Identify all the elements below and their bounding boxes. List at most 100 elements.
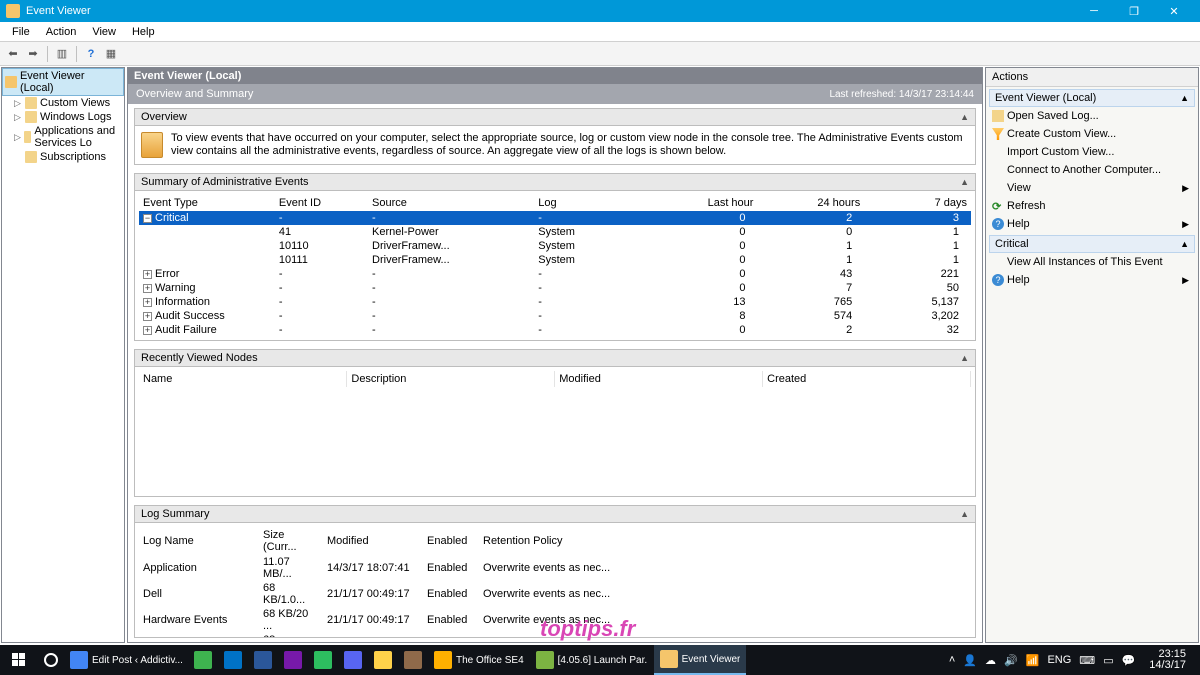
expand-icon[interactable]: ▷ <box>14 98 22 109</box>
tray-icon[interactable]: 👤 <box>963 654 977 667</box>
table-row[interactable]: 41Kernel-PowerSystem001 <box>139 225 971 239</box>
menu-help[interactable]: Help <box>124 24 163 40</box>
action-item[interactable]: Create Custom View... <box>989 125 1195 143</box>
summary-header[interactable]: Summary of Administrative Events ▲ <box>134 173 976 191</box>
table-row[interactable]: +Error---043221 <box>139 267 971 281</box>
logsum-table[interactable]: Log NameSize (Curr...ModifiedEnabledRete… <box>139 527 971 638</box>
tray-icon[interactable]: 📶 <box>1026 654 1040 667</box>
table-row[interactable]: 10111DriverFramew...System011 <box>139 253 971 267</box>
menu-file[interactable]: File <box>4 24 38 40</box>
column-header[interactable]: Event ID <box>275 195 368 211</box>
taskbar-item[interactable] <box>218 645 248 675</box>
column-header[interactable]: 24 hours <box>757 195 864 211</box>
collapse-icon[interactable]: ▲ <box>1180 239 1189 249</box>
collapse-icon[interactable]: ▲ <box>960 353 969 363</box>
table-row[interactable]: +Warning---0750 <box>139 281 971 295</box>
console-tree[interactable]: Event Viewer (Local) ▷Custom Views▷Windo… <box>1 67 125 643</box>
taskbar-item[interactable] <box>398 645 428 675</box>
back-button[interactable]: ⬅ <box>4 45 22 63</box>
table-row[interactable]: Hardware Events68 KB/20 ...21/1/17 00:49… <box>139 607 971 633</box>
expand-icon[interactable]: − <box>143 214 152 223</box>
action-item[interactable]: ⟳Refresh <box>989 197 1195 215</box>
actions-group-local[interactable]: Event Viewer (Local) ▲ <box>989 89 1195 107</box>
table-row[interactable]: Dell68 KB/1.0...21/1/17 00:49:17EnabledO… <box>139 581 971 607</box>
maximize-button[interactable]: ❐ <box>1114 0 1154 22</box>
show-hide-tree-button[interactable]: ▥ <box>53 45 71 63</box>
column-header[interactable]: Name <box>139 371 347 387</box>
action-item[interactable]: View▶ <box>989 179 1195 197</box>
expand-icon[interactable]: + <box>143 326 152 335</box>
taskbar-item[interactable] <box>338 645 368 675</box>
taskbar-item[interactable]: Event Viewer <box>654 645 747 675</box>
taskbar-item[interactable] <box>188 645 218 675</box>
collapse-icon[interactable]: ▲ <box>960 112 969 122</box>
start-button[interactable] <box>0 645 38 675</box>
collapse-icon[interactable]: ▲ <box>960 509 969 519</box>
action-item[interactable]: Connect to Another Computer... <box>989 161 1195 179</box>
expand-icon[interactable]: + <box>143 312 152 321</box>
column-header[interactable]: Last hour <box>651 195 758 211</box>
taskbar-item[interactable]: [4.05.6] Launch Par... <box>530 645 654 675</box>
tree-root[interactable]: Event Viewer (Local) <box>2 68 124 96</box>
table-row[interactable]: +Audit Failure---0232 <box>139 323 971 337</box>
tray-lang[interactable]: ENG <box>1047 654 1071 666</box>
taskbar-item[interactable]: Edit Post ‹ Addictiv... <box>64 645 188 675</box>
table-row[interactable]: Application11.07 MB/...14/3/17 18:07:41E… <box>139 555 971 581</box>
tray-chevron-icon[interactable]: ˄ <box>949 654 955 666</box>
table-row[interactable]: −Critical---023 <box>139 211 971 225</box>
column-header[interactable]: Log Name <box>139 527 259 555</box>
expand-icon[interactable]: + <box>143 270 152 279</box>
action-item[interactable]: Open Saved Log... <box>989 107 1195 125</box>
tray-notifications-icon[interactable]: 💬 <box>1122 654 1136 667</box>
action-item[interactable]: View All Instances of This Event <box>989 253 1195 271</box>
collapse-icon[interactable]: ▲ <box>1180 93 1189 103</box>
column-header[interactable]: Size (Curr... <box>259 527 323 555</box>
tray-battery-icon[interactable]: ▭ <box>1103 654 1113 667</box>
tray-icon[interactable]: 🔊 <box>1004 654 1018 667</box>
column-header[interactable]: Retention Policy <box>479 527 971 555</box>
logsum-header[interactable]: Log Summary ▲ <box>134 505 976 523</box>
system-tray[interactable]: ˄ 👤 ☁ 🔊 📶 ENG ⌨ ▭ 💬 23:15 14/3/17 <box>941 649 1200 671</box>
action-item[interactable]: ?Help▶ <box>989 271 1195 289</box>
actions-group-critical[interactable]: Critical ▲ <box>989 235 1195 253</box>
expand-icon[interactable]: ▷ <box>14 112 22 123</box>
tray-icon[interactable]: ☁ <box>985 654 996 667</box>
taskbar-item[interactable] <box>248 645 278 675</box>
column-header[interactable]: Modified <box>555 371 763 387</box>
properties-button[interactable]: ▦ <box>102 45 120 63</box>
column-header[interactable]: Source <box>368 195 534 211</box>
close-button[interactable]: ✕ <box>1154 0 1194 22</box>
taskbar-item[interactable] <box>308 645 338 675</box>
column-header[interactable]: 7 days <box>864 195 971 211</box>
overview-header[interactable]: Overview ▲ <box>134 108 976 126</box>
clock[interactable]: 23:15 14/3/17 <box>1143 649 1192 671</box>
expand-icon[interactable]: + <box>143 284 152 293</box>
expand-icon[interactable]: + <box>143 298 152 307</box>
table-row[interactable]: +Audit Success---85743,202 <box>139 309 971 323</box>
tree-item[interactable]: ▷Applications and Services Lo <box>2 124 124 150</box>
column-header[interactable]: Modified <box>323 527 423 555</box>
table-row[interactable]: 10110DriverFramew...System011 <box>139 239 971 253</box>
taskbar-item[interactable]: The Office SE4 <box>428 645 530 675</box>
recent-header[interactable]: Recently Viewed Nodes ▲ <box>134 349 976 367</box>
tree-item[interactable]: ▷Windows Logs <box>2 110 124 124</box>
tray-icon[interactable]: ⌨ <box>1079 654 1095 667</box>
column-header[interactable]: Log <box>534 195 650 211</box>
action-item[interactable]: Import Custom View... <box>989 143 1195 161</box>
column-header[interactable]: Description <box>347 371 555 387</box>
taskbar-item[interactable] <box>278 645 308 675</box>
column-header[interactable]: Created <box>763 371 971 387</box>
forward-button[interactable]: ➡ <box>24 45 42 63</box>
tree-item[interactable]: ▷Custom Views <box>2 96 124 110</box>
column-header[interactable]: Event Type <box>139 195 275 211</box>
column-header[interactable]: Enabled <box>423 527 479 555</box>
collapse-icon[interactable]: ▲ <box>960 177 969 187</box>
cortana-button[interactable] <box>38 645 64 675</box>
taskbar[interactable]: Edit Post ‹ Addictiv... The Office SE4[4.… <box>0 645 1200 675</box>
expand-icon[interactable]: ▷ <box>14 132 21 143</box>
menu-action[interactable]: Action <box>38 24 85 40</box>
table-row[interactable]: +Information---137655,137 <box>139 295 971 309</box>
minimize-button[interactable]: ─ <box>1074 0 1114 22</box>
summary-table[interactable]: Event TypeEvent IDSourceLogLast hour24 h… <box>139 195 971 337</box>
tree-item[interactable]: Subscriptions <box>2 150 124 164</box>
